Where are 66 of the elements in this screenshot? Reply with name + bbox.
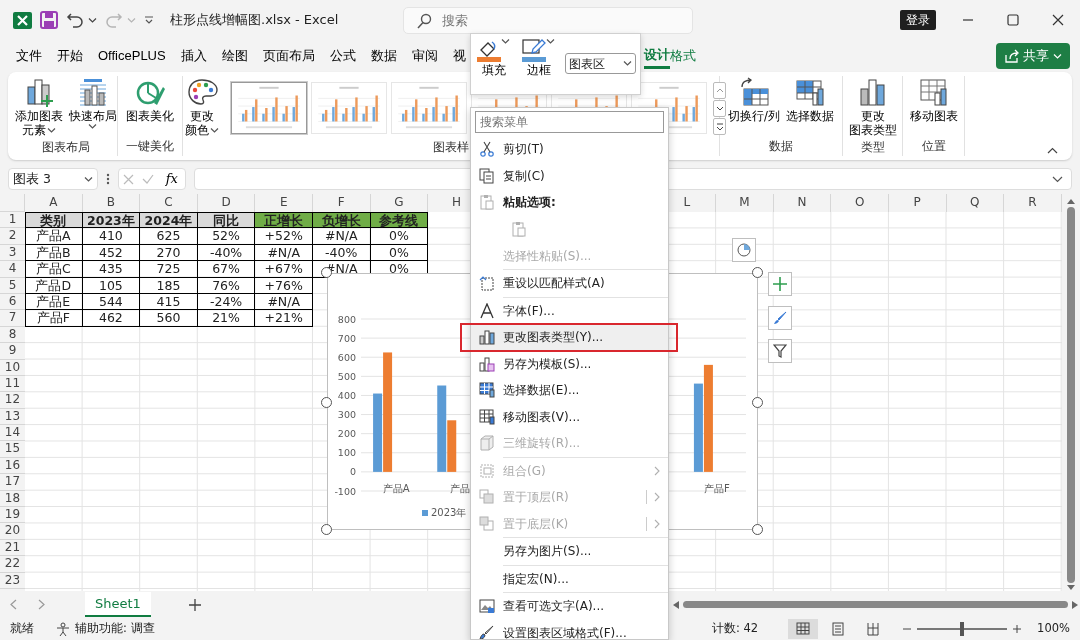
table-cell: 67%	[197, 261, 256, 278]
axis-label: 100	[337, 447, 356, 459]
table-cell: 725	[140, 261, 198, 278]
table-cell: 产品E	[25, 293, 83, 311]
axis-label: 400	[337, 389, 356, 401]
axis-label: -100	[334, 485, 356, 497]
axis-label: 700	[337, 332, 356, 344]
table-cell: 415	[140, 293, 198, 311]
axis-label: 200	[337, 428, 356, 440]
header-cell: 2024年	[140, 212, 198, 229]
table-cell: 185	[140, 277, 198, 294]
group-label: 位置	[921, 138, 946, 155]
table-cell: 544	[82, 293, 141, 311]
header-cell: 负增长	[312, 212, 371, 229]
table-cell: 产品B	[25, 244, 83, 262]
table-cell: 410	[82, 228, 141, 245]
count-text: 计数: 42	[711, 620, 759, 638]
table-cell: 产品A	[25, 228, 83, 245]
table-cell: +76%	[255, 277, 313, 294]
table-cell: 产品D	[25, 277, 83, 294]
status-text: 就绪	[10, 620, 34, 638]
dropdown-value: 图表区	[569, 55, 605, 73]
table-cell: 625	[140, 228, 198, 245]
table-cell: -40%	[197, 244, 256, 262]
window-title: 柱形点线增幅图.xlsx - Excel	[170, 11, 339, 30]
group-label: 图表样	[433, 138, 469, 156]
table-cell: #N/A	[255, 293, 313, 311]
table-cell: 产品F	[25, 310, 83, 327]
header-cell: 同比	[197, 212, 256, 229]
table-cell: 105	[82, 277, 141, 294]
header-cell: 正增长	[255, 212, 313, 229]
table-cell: -40%	[312, 244, 371, 262]
table-cell: #N/A	[312, 228, 371, 245]
category-label: 产品	[450, 483, 471, 494]
table-cell: 76%	[197, 277, 256, 294]
table-cell: 21%	[197, 310, 256, 327]
table-cell: +21%	[255, 310, 313, 327]
axis-label: 800	[337, 313, 356, 325]
axis-label: 0	[349, 466, 356, 478]
table-cell: 462	[82, 310, 141, 327]
table-cell: 560	[140, 310, 198, 327]
table-cell: 0%	[370, 228, 429, 245]
table-cell: +67%	[255, 261, 313, 278]
table-cell: 270	[140, 244, 198, 262]
header-cell: 2023年	[82, 212, 141, 229]
header-cell: 类别	[25, 212, 83, 229]
table-cell: 产品C	[25, 261, 83, 278]
axis-label: 300	[337, 409, 356, 421]
legend-label: 2023年	[431, 507, 467, 518]
category-label: 产品A	[382, 483, 410, 494]
axis-label: 500	[337, 370, 356, 382]
table-cell: 435	[82, 261, 141, 278]
group-label: 一键美化	[126, 138, 174, 155]
group-label: 类型	[860, 138, 885, 156]
table-cell: 0%	[370, 244, 429, 262]
table-cell: 52%	[197, 228, 256, 245]
axis-label: 600	[337, 351, 356, 363]
table-cell: 452	[82, 244, 141, 262]
name-box-text: 图表 3	[13, 169, 51, 188]
table-cell: #N/A	[255, 244, 313, 262]
table-cell: -24%	[197, 293, 256, 311]
group-label: 图表布局	[41, 138, 90, 156]
table-cell: +52%	[255, 228, 313, 245]
category-label: 产品F	[704, 483, 730, 494]
group-label: 数据	[769, 138, 793, 155]
header-cell: 参考线	[370, 212, 429, 229]
